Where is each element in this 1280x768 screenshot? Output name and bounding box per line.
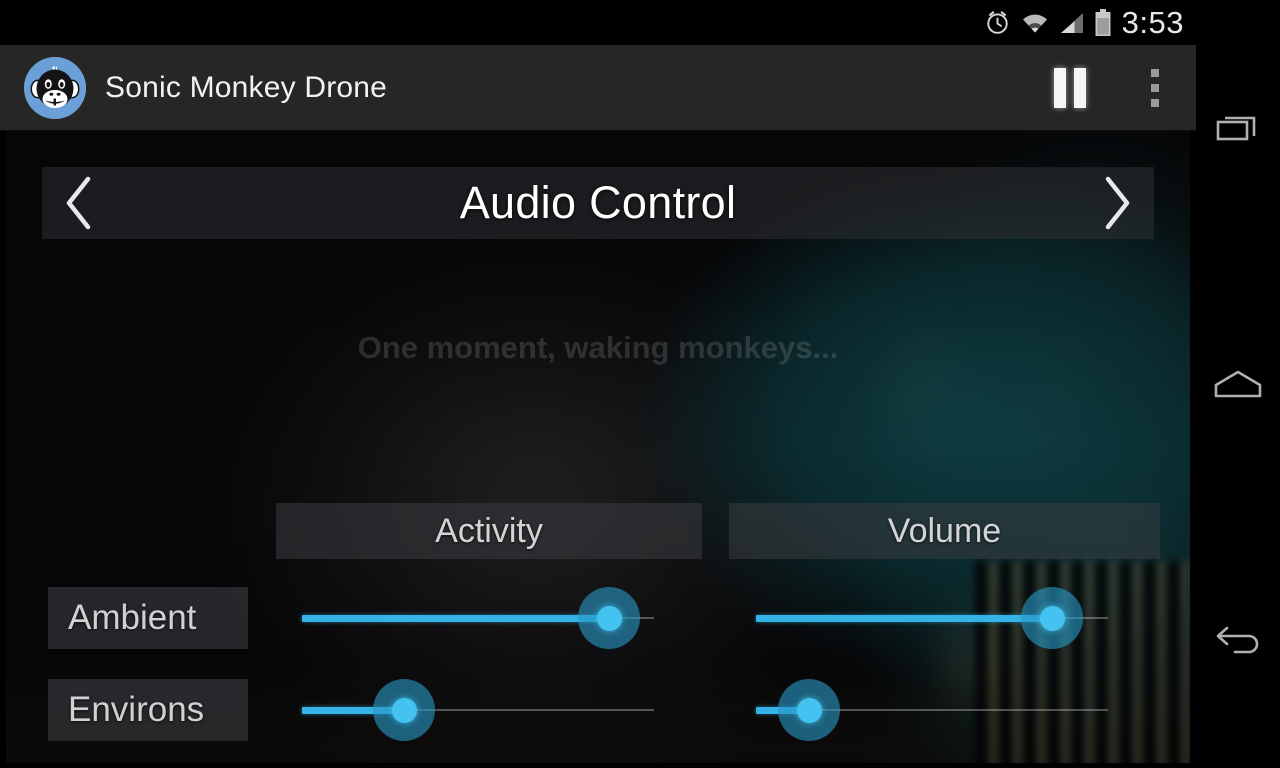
table-row: Environs <box>6 679 1190 741</box>
battery-icon <box>1094 8 1112 37</box>
column-header-volume[interactable]: Volume <box>729 503 1160 559</box>
next-page-button[interactable] <box>1080 167 1154 239</box>
slider-fill <box>756 615 1052 622</box>
slider-environs-volume[interactable] <box>756 679 1108 741</box>
android-navigation-bar <box>1196 0 1280 768</box>
chevron-left-icon <box>66 176 91 230</box>
page-header-bar: Audio Control <box>42 167 1154 239</box>
recent-apps-button[interactable] <box>1196 0 1280 256</box>
status-bar-clock: 3:53 <box>1121 5 1184 40</box>
android-device-screen: 3:53 Sonic Monkey Drone One moment, waki… <box>0 0 1280 768</box>
pause-button[interactable] <box>1026 45 1114 130</box>
overflow-dots-icon <box>1151 68 1159 107</box>
status-bar-icons <box>984 8 1112 37</box>
alarm-icon <box>984 9 1011 36</box>
home-icon <box>1214 370 1262 398</box>
action-bar-actions <box>1026 45 1196 130</box>
column-header-activity[interactable]: Activity <box>276 503 702 559</box>
monkey-logo-icon <box>24 56 86 119</box>
cellular-signal-icon <box>1059 11 1085 35</box>
slider-ambient-activity[interactable] <box>302 587 654 649</box>
recent-apps-icon <box>1216 116 1256 141</box>
previous-page-button[interactable] <box>42 167 116 239</box>
slider-environs-activity[interactable] <box>302 679 654 741</box>
chevron-right-icon <box>1105 176 1130 230</box>
slider-thumb[interactable] <box>1021 587 1083 649</box>
wifi-icon <box>1020 11 1050 35</box>
slider-fill <box>302 615 609 622</box>
table-row: Ambient <box>6 587 1190 649</box>
back-arrow-icon <box>1216 626 1259 654</box>
pause-icon <box>1054 67 1086 108</box>
app-action-bar: Sonic Monkey Drone <box>0 45 1196 131</box>
row-label-environs: Environs <box>48 679 248 741</box>
slider-thumb[interactable] <box>373 679 435 741</box>
slider-thumb[interactable] <box>578 587 640 649</box>
audio-control-screen: One moment, waking monkeys... Audio Cont… <box>0 131 1196 768</box>
home-button[interactable] <box>1196 256 1280 512</box>
row-label-ambient: Ambient <box>48 587 248 649</box>
back-button[interactable] <box>1196 512 1280 768</box>
status-bar: 3:53 <box>0 0 1196 45</box>
app-title: Sonic Monkey Drone <box>105 70 388 104</box>
overflow-menu-button[interactable] <box>1114 45 1196 130</box>
page-title: Audio Control <box>459 177 737 228</box>
slider-thumb[interactable] <box>778 679 840 741</box>
slider-ambient-volume[interactable] <box>756 587 1108 649</box>
